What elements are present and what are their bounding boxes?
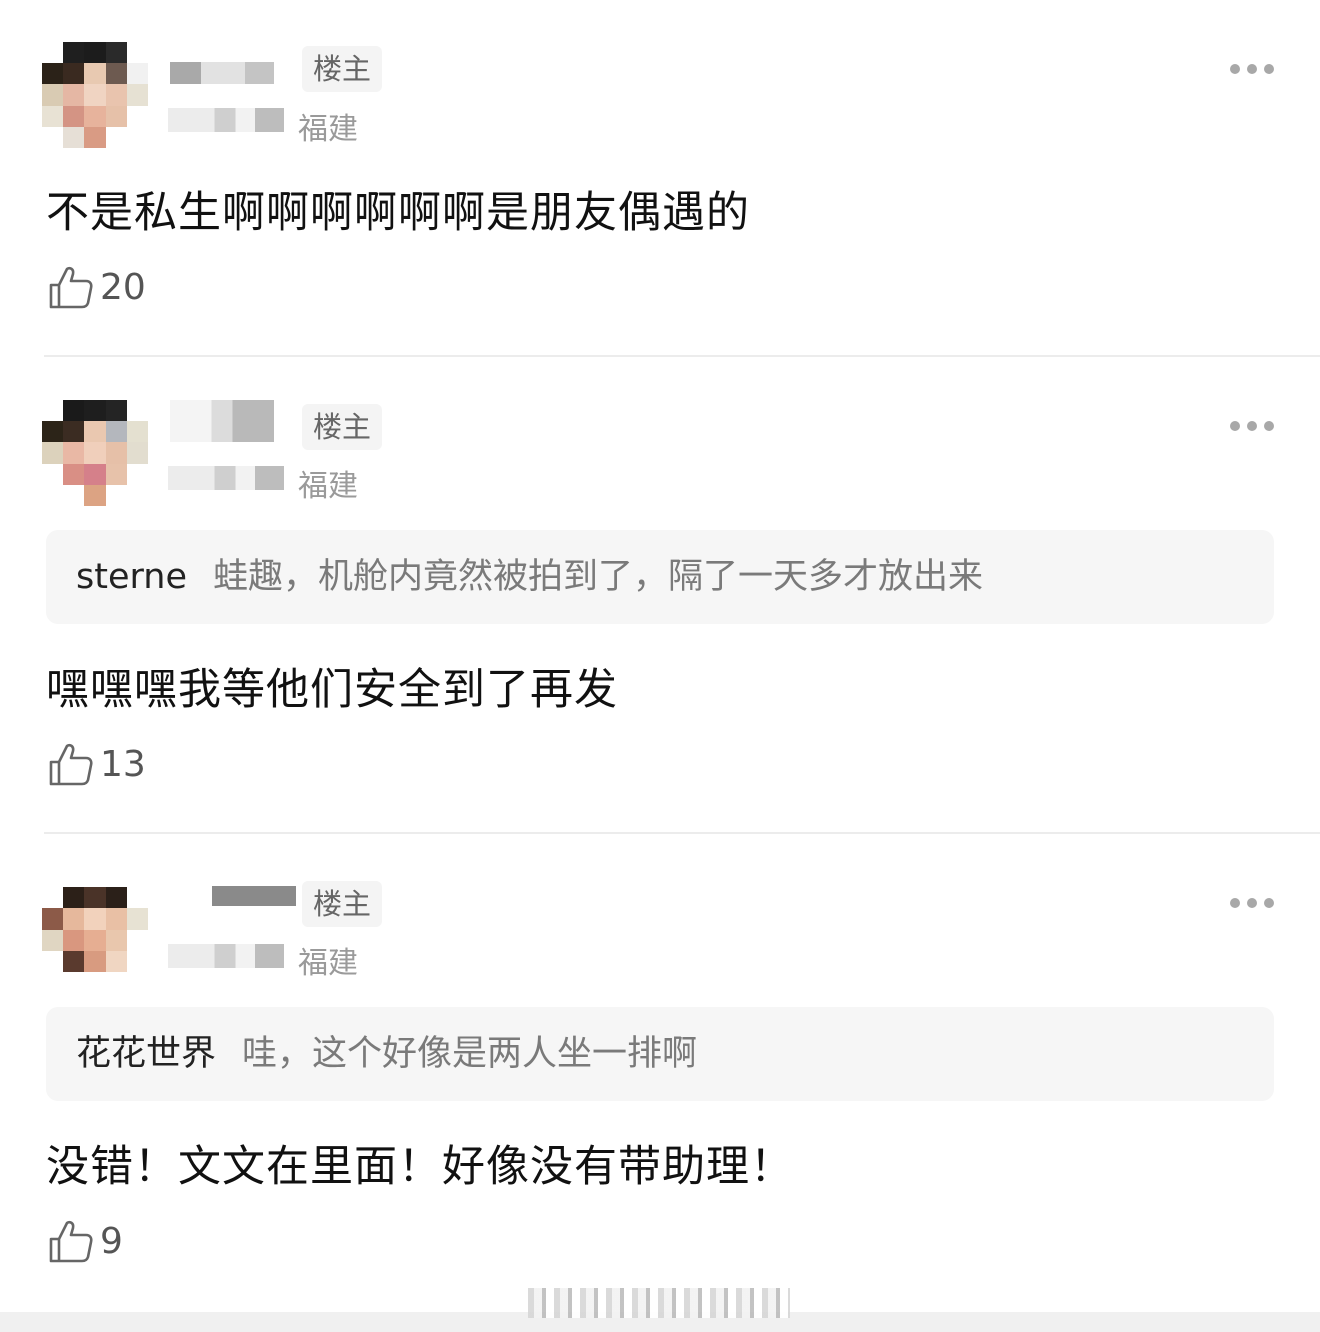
quoted-text: 哇，这个好像是两人坐一排啊	[242, 1034, 698, 1074]
op-badge: 楼主	[302, 881, 383, 927]
avatar[interactable]	[42, 866, 148, 972]
divider	[44, 355, 1320, 357]
timestamp-blurred	[168, 944, 284, 968]
comment-text: 没错！文文在里面！好像没有带助理！	[46, 1142, 794, 1192]
like-count: 13	[100, 743, 146, 785]
quoted-reply[interactable]: sterne 蛙趣，机舱内竟然被拍到了，隔了一天多才放出来	[46, 530, 1274, 624]
username-blurred[interactable]	[170, 62, 274, 84]
avatar[interactable]	[42, 42, 148, 148]
thumbs-up-icon	[49, 1220, 93, 1263]
quoted-username[interactable]: 花花世界	[76, 1034, 216, 1074]
like-button[interactable]: 20	[48, 264, 146, 310]
ip-region: 福建	[298, 469, 358, 504]
username-blurred[interactable]	[170, 400, 274, 442]
more-dots-icon[interactable]	[1230, 421, 1274, 431]
like-count: 9	[100, 1220, 123, 1262]
quoted-text: 蛙趣，机舱内竟然被拍到了，隔了一天多才放出来	[212, 557, 983, 597]
like-count: 20	[100, 266, 146, 308]
more-dots-icon[interactable]	[1230, 64, 1274, 74]
thumbs-up-icon	[49, 743, 93, 786]
username-blurred[interactable]	[212, 886, 296, 926]
timestamp-blurred	[168, 466, 284, 490]
avatar[interactable]	[42, 400, 148, 506]
quoted-username[interactable]: sterne	[76, 557, 187, 597]
divider	[44, 832, 1320, 834]
more-dots-icon[interactable]	[1230, 898, 1274, 908]
watermark-blurred	[528, 1288, 790, 1318]
thumbs-up-icon	[49, 266, 93, 309]
op-badge: 楼主	[302, 46, 383, 92]
ip-region: 福建	[298, 946, 358, 981]
like-button[interactable]: 13	[48, 741, 146, 787]
comment-text: 不是私生啊啊啊啊啊啊是朋友偶遇的	[46, 188, 750, 238]
comment-text: 嘿嘿嘿我等他们安全到了再发	[46, 665, 618, 715]
ip-region: 福建	[298, 112, 358, 147]
like-button[interactable]: 9	[48, 1218, 123, 1264]
op-badge: 楼主	[302, 404, 383, 450]
timestamp-blurred	[168, 108, 284, 132]
quoted-reply[interactable]: 花花世界 哇，这个好像是两人坐一排啊	[46, 1007, 1274, 1101]
